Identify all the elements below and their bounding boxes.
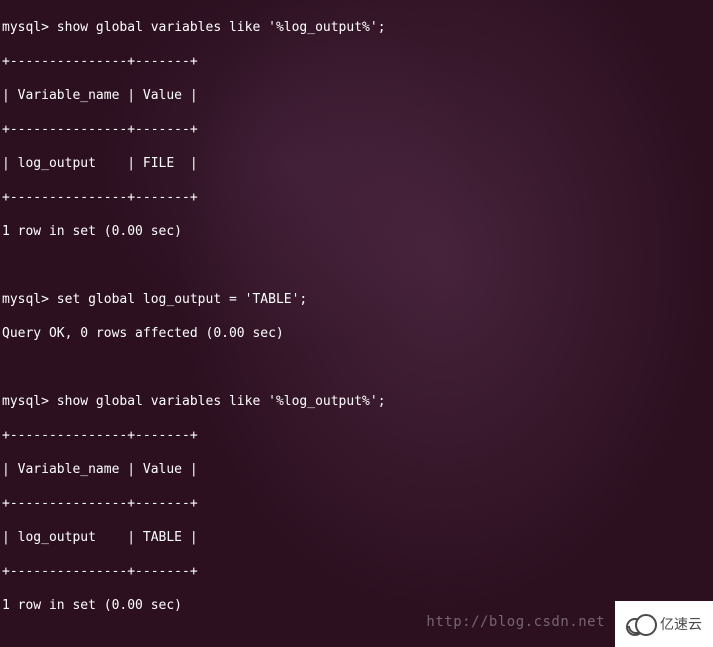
- prompt: mysql>: [2, 394, 49, 409]
- table-row: | log_output | FILE |: [2, 155, 711, 172]
- prompt-line: mysql> set global log_output = 'TABLE';: [2, 291, 711, 308]
- result-footer: 1 row in set (0.00 sec): [2, 597, 711, 614]
- prompt: mysql>: [2, 292, 49, 307]
- table-separator: +---------------+-------+: [2, 495, 711, 512]
- table-header: | Variable_name | Value |: [2, 461, 711, 478]
- cloud-icon: [626, 614, 656, 634]
- result-footer: 1 row in set (0.00 sec): [2, 223, 711, 240]
- table-separator: +---------------+-------+: [2, 563, 711, 580]
- table-header: | Variable_name | Value |: [2, 87, 711, 104]
- blank-line: [2, 359, 711, 376]
- table-separator: +---------------+-------+: [2, 53, 711, 70]
- blank-line: [2, 257, 711, 274]
- table-separator: +---------------+-------+: [2, 121, 711, 138]
- brand-badge: 亿速云: [615, 601, 713, 647]
- sql-query: show global variables like '%log_output%…: [57, 20, 386, 35]
- table-separator: +---------------+-------+: [2, 189, 711, 206]
- sql-query: show global variables like '%log_output%…: [57, 394, 386, 409]
- sql-query: set global log_output = 'TABLE';: [57, 292, 307, 307]
- blank-line: [2, 631, 711, 647]
- table-separator: +---------------+-------+: [2, 427, 711, 444]
- prompt-line: mysql> show global variables like '%log_…: [2, 19, 711, 36]
- query-ok: Query OK, 0 rows affected (0.00 sec): [2, 325, 711, 342]
- prompt-line: mysql> show global variables like '%log_…: [2, 393, 711, 410]
- table-row: | log_output | TABLE |: [2, 529, 711, 546]
- terminal-output[interactable]: mysql> show global variables like '%log_…: [0, 0, 713, 647]
- brand-text: 亿速云: [660, 616, 702, 633]
- watermark-url: http://blog.csdn.net: [426, 614, 605, 631]
- prompt: mysql>: [2, 20, 49, 35]
